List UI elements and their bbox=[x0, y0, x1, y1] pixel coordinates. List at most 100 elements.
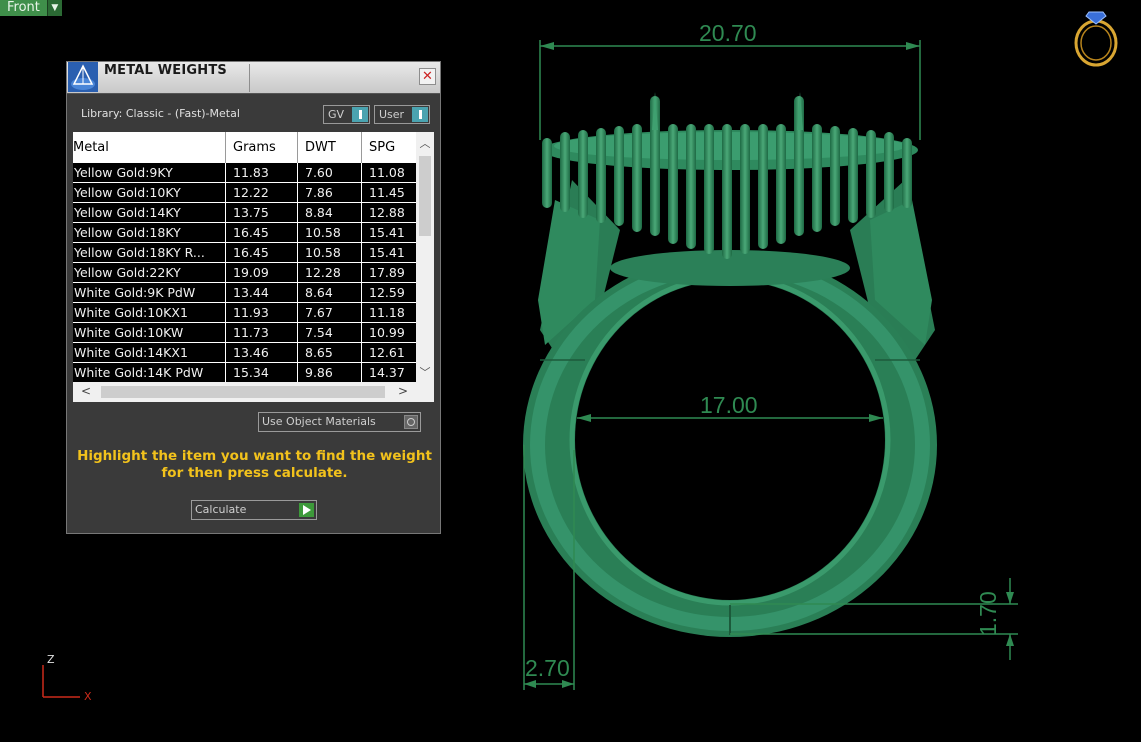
scroll-right-icon[interactable]: > bbox=[398, 384, 408, 398]
calculate-label: Calculate bbox=[195, 503, 247, 516]
grams-cell: 13.46 bbox=[226, 343, 298, 362]
spg-cell: 17.89 bbox=[369, 265, 405, 280]
spg-cell: 15.41 bbox=[369, 225, 405, 240]
spg-cell: 12.61 bbox=[369, 345, 405, 360]
scroll-thumb-horizontal[interactable] bbox=[101, 386, 385, 398]
vertical-scrollbar[interactable]: ︿ ﹀ bbox=[416, 132, 434, 382]
spg-cell: 15.41 bbox=[369, 245, 405, 260]
scroll-down-icon[interactable]: ﹀ bbox=[416, 364, 434, 380]
toggle-switch-icon bbox=[352, 107, 368, 122]
table-row[interactable]: Yellow Gold:10KY 12.22 7.86 11.45 bbox=[73, 183, 416, 203]
gv-toggle-label: GV bbox=[328, 108, 345, 121]
table-row[interactable]: White Gold:10KW 11.73 7.54 10.99 bbox=[73, 323, 416, 343]
column-header-grams[interactable]: Grams bbox=[226, 132, 298, 163]
dwt-cell: 7.86 bbox=[298, 183, 362, 202]
column-header-spg[interactable]: SPG bbox=[362, 132, 416, 163]
column-header-metal[interactable]: Metal bbox=[73, 132, 226, 163]
spg-cell: 11.45 bbox=[369, 185, 405, 200]
panel-title: METAL WEIGHTS bbox=[104, 63, 227, 78]
grams-cell: 13.44 bbox=[226, 283, 298, 302]
ring-model bbox=[523, 92, 937, 637]
metal-cell: White Gold:10KW bbox=[73, 323, 226, 342]
axis-indicator bbox=[42, 665, 80, 698]
table-body: Yellow Gold:9KY 11.83 7.60 11.08 Yellow Gold… bbox=[73, 163, 416, 383]
toggle-switch-icon bbox=[412, 107, 428, 122]
instruction-line-2: for then press calculate. bbox=[161, 465, 348, 481]
metal-cell: White Gold:14K PdW bbox=[73, 363, 226, 382]
dim-shank-width: 2.70 bbox=[525, 655, 570, 681]
use-object-materials-option[interactable]: Use Object Materials bbox=[258, 412, 421, 432]
dwt-cell: 7.54 bbox=[298, 323, 362, 342]
spg-cell: 10.99 bbox=[369, 325, 405, 340]
use-object-materials-label: Use Object Materials bbox=[262, 415, 376, 428]
dwt-cell: 10.58 bbox=[298, 243, 362, 262]
dwt-cell: 9.86 bbox=[298, 363, 362, 382]
metal-cell: Yellow Gold:10KY bbox=[73, 183, 226, 202]
dim-shank-thickness: 1.70 bbox=[975, 591, 1001, 636]
axis-z-label: Z bbox=[47, 653, 55, 666]
panel-logo-icon bbox=[68, 62, 98, 92]
metal-cell: White Gold:10KX1 bbox=[73, 303, 226, 322]
table-row[interactable]: Yellow Gold:18KY R... 16.45 10.58 15.41 bbox=[73, 243, 416, 263]
dwt-cell: 12.28 bbox=[298, 263, 362, 282]
instruction-text: Highlight the item you want to find the … bbox=[77, 448, 432, 482]
spg-cell: 14.37 bbox=[369, 365, 405, 380]
table-row[interactable]: White Gold:14KX1 13.46 8.65 12.61 bbox=[73, 343, 416, 363]
user-toggle[interactable]: User bbox=[374, 105, 430, 124]
library-label: Library: Classic - (Fast)-Metal bbox=[81, 107, 240, 120]
viewport-name: Front bbox=[0, 0, 47, 16]
column-header-dwt[interactable]: DWT bbox=[298, 132, 362, 163]
spg-cell: 11.08 bbox=[369, 165, 405, 180]
axis-x-label: X bbox=[84, 690, 92, 703]
table-row[interactable]: White Gold:9K PdW 13.44 8.64 12.59 bbox=[73, 283, 416, 303]
grams-cell: 11.93 bbox=[226, 303, 298, 322]
table-row[interactable]: Yellow Gold:14KY 13.75 8.84 12.88 bbox=[73, 203, 416, 223]
table-row[interactable]: Yellow Gold:9KY 11.83 7.60 11.08 bbox=[73, 163, 416, 183]
viewport-label[interactable]: Front ▼ bbox=[0, 0, 62, 16]
metal-cell: Yellow Gold:18KY R... bbox=[73, 243, 226, 262]
table-row[interactable]: Yellow Gold:22KY 19.09 12.28 17.89 bbox=[73, 263, 416, 283]
viewport-dropdown-icon[interactable]: ▼ bbox=[46, 0, 62, 16]
dwt-cell: 10.58 bbox=[298, 223, 362, 242]
grams-cell: 19.09 bbox=[226, 263, 298, 282]
spg-cell: 12.88 bbox=[369, 205, 405, 220]
instruction-line-1: Highlight the item you want to find the … bbox=[77, 448, 432, 464]
table-row[interactable]: White Gold:14K PdW 15.34 9.86 14.37 bbox=[73, 363, 416, 383]
grams-cell: 16.45 bbox=[226, 243, 298, 262]
table-row[interactable]: Yellow Gold:18KY 16.45 10.58 15.41 bbox=[73, 223, 416, 243]
grams-cell: 11.73 bbox=[226, 323, 298, 342]
spg-cell: 11.18 bbox=[369, 305, 405, 320]
header-divider bbox=[249, 64, 250, 92]
grams-cell: 11.83 bbox=[226, 163, 298, 182]
metal-weights-panel: METAL WEIGHTS ✕ Library: Classic - (Fast… bbox=[66, 61, 441, 534]
close-icon[interactable]: ✕ bbox=[419, 68, 436, 85]
metal-table: Metal Grams DWT SPG Yellow Gold:9KY 11.83… bbox=[73, 132, 434, 402]
play-icon bbox=[299, 503, 314, 517]
gv-toggle[interactable]: GV bbox=[323, 105, 370, 124]
dwt-cell: 7.67 bbox=[298, 303, 362, 322]
radio-icon[interactable] bbox=[404, 415, 418, 429]
metal-cell: Yellow Gold:9KY bbox=[73, 163, 226, 182]
metal-cell: Yellow Gold:22KY bbox=[73, 263, 226, 282]
dwt-cell: 8.84 bbox=[298, 203, 362, 222]
dwt-cell: 7.60 bbox=[298, 163, 362, 182]
grams-cell: 16.45 bbox=[226, 223, 298, 242]
dwt-cell: 8.64 bbox=[298, 283, 362, 302]
grams-cell: 13.75 bbox=[226, 203, 298, 222]
spg-cell: 12.59 bbox=[369, 285, 405, 300]
scroll-left-icon[interactable]: < bbox=[81, 384, 91, 398]
dim-top-width: 20.70 bbox=[699, 20, 757, 46]
dim-inner-diameter: 17.00 bbox=[700, 392, 758, 418]
calculate-button[interactable]: Calculate bbox=[191, 500, 317, 520]
grams-cell: 15.34 bbox=[226, 363, 298, 382]
scroll-up-icon[interactable]: ︿ bbox=[416, 135, 434, 151]
table-header: Metal Grams DWT SPG bbox=[73, 132, 416, 163]
metal-cell: Yellow Gold:18KY bbox=[73, 223, 226, 242]
ring-icon[interactable] bbox=[1074, 11, 1118, 67]
horizontal-scrollbar[interactable]: < > bbox=[73, 382, 416, 402]
metal-cell: White Gold:9K PdW bbox=[73, 283, 226, 302]
panel-header[interactable]: METAL WEIGHTS ✕ bbox=[67, 62, 440, 94]
scroll-thumb[interactable] bbox=[419, 156, 431, 236]
table-row[interactable]: White Gold:10KX1 11.93 7.67 11.18 bbox=[73, 303, 416, 323]
grams-cell: 12.22 bbox=[226, 183, 298, 202]
